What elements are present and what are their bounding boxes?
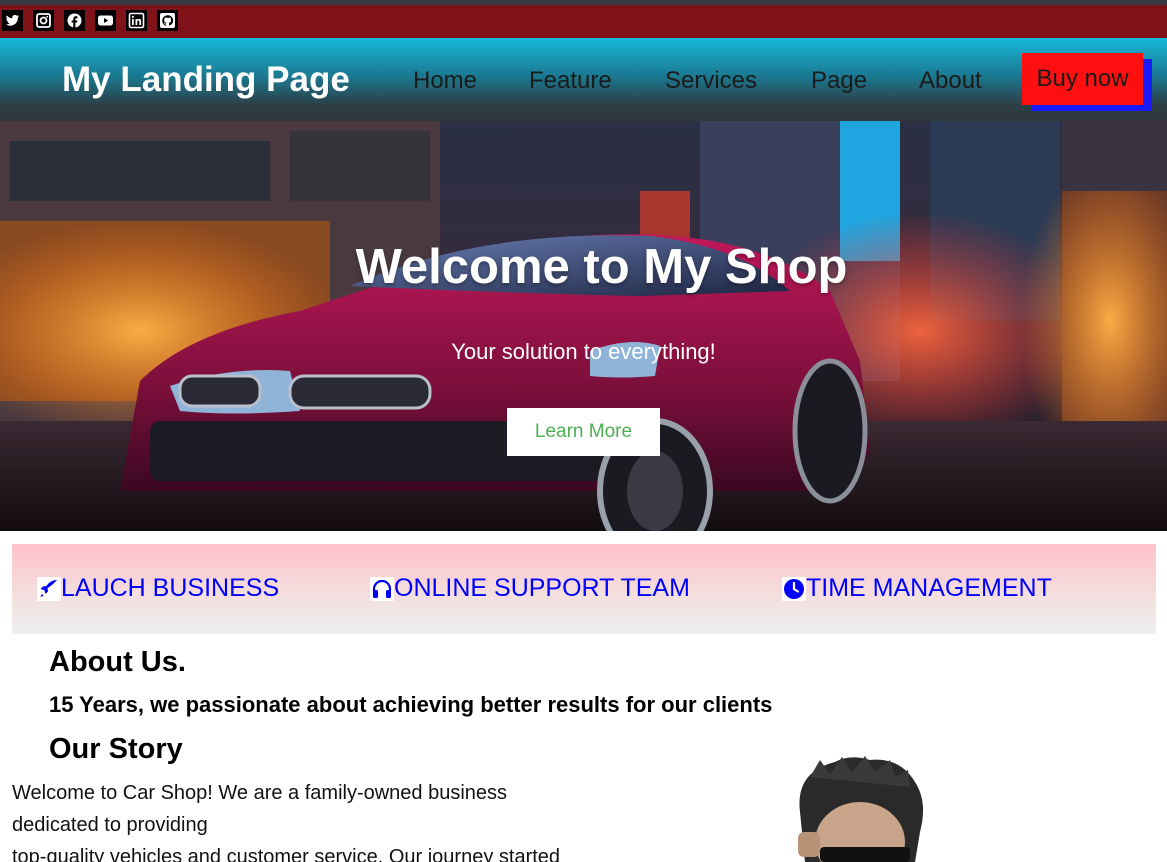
linkedin-icon[interactable] [126, 10, 147, 31]
rocket-icon [37, 576, 61, 601]
about-subheading: 15 Years, we passionate about achieving … [49, 692, 773, 717]
owner-portrait [780, 752, 940, 862]
youtube-icon[interactable] [95, 10, 116, 31]
story-heading: Our Story [49, 733, 183, 765]
hero-subtitle: Your solution to everything! [451, 339, 716, 364]
story-paragraph: Welcome to Car Shop! We are a family-own… [12, 777, 572, 862]
brand-title[interactable]: My Landing Page [62, 60, 350, 100]
nav-link-home[interactable]: Home [413, 67, 477, 95]
story-line: Welcome to Car Shop! We are a family-own… [12, 782, 508, 804]
social-bar [0, 0, 1167, 38]
about-heading: About Us. [49, 646, 186, 678]
hero-section: Welcome to My Shop Your solution to ever… [0, 121, 1167, 531]
headphones-icon [370, 576, 394, 601]
story-line: dedicated to providing [12, 814, 208, 836]
buy-now-button[interactable]: Buy now [1022, 53, 1143, 105]
nav-link-feature[interactable]: Feature [529, 67, 612, 95]
hero-car-image [0, 121, 1167, 531]
feature-label: ONLINE SUPPORT TEAM [394, 574, 690, 602]
instagram-icon[interactable] [33, 10, 54, 31]
feature-label: TIME MANAGEMENT [806, 574, 1052, 602]
facebook-icon[interactable] [64, 10, 85, 31]
buy-now-wrapper: Buy now [1022, 53, 1152, 111]
learn-more-button[interactable]: Learn More [507, 408, 660, 456]
navbar: My Landing Page Home Feature Services Pa… [0, 38, 1167, 121]
nav-link-services[interactable]: Services [665, 67, 757, 95]
feature-label: LAUCH BUSINESS [61, 574, 280, 602]
clock-icon [782, 576, 806, 601]
story-line: top-quality vehicles and customer servic… [12, 846, 561, 862]
nav-link-page[interactable]: Page [811, 67, 867, 95]
twitter-icon[interactable] [2, 10, 23, 31]
feature-launch-business[interactable]: LAUCH BUSINESS [37, 574, 279, 603]
features-bar: LAUCH BUSINESS ONLINE SUPPORT TEAM TIME … [12, 544, 1156, 634]
hero-title: Welcome to My Shop [355, 240, 848, 294]
feature-online-support[interactable]: ONLINE SUPPORT TEAM [370, 574, 690, 603]
feature-time-management[interactable]: TIME MANAGEMENT [782, 574, 1052, 603]
github-icon[interactable] [157, 10, 178, 31]
nav-link-about[interactable]: About [919, 67, 982, 95]
